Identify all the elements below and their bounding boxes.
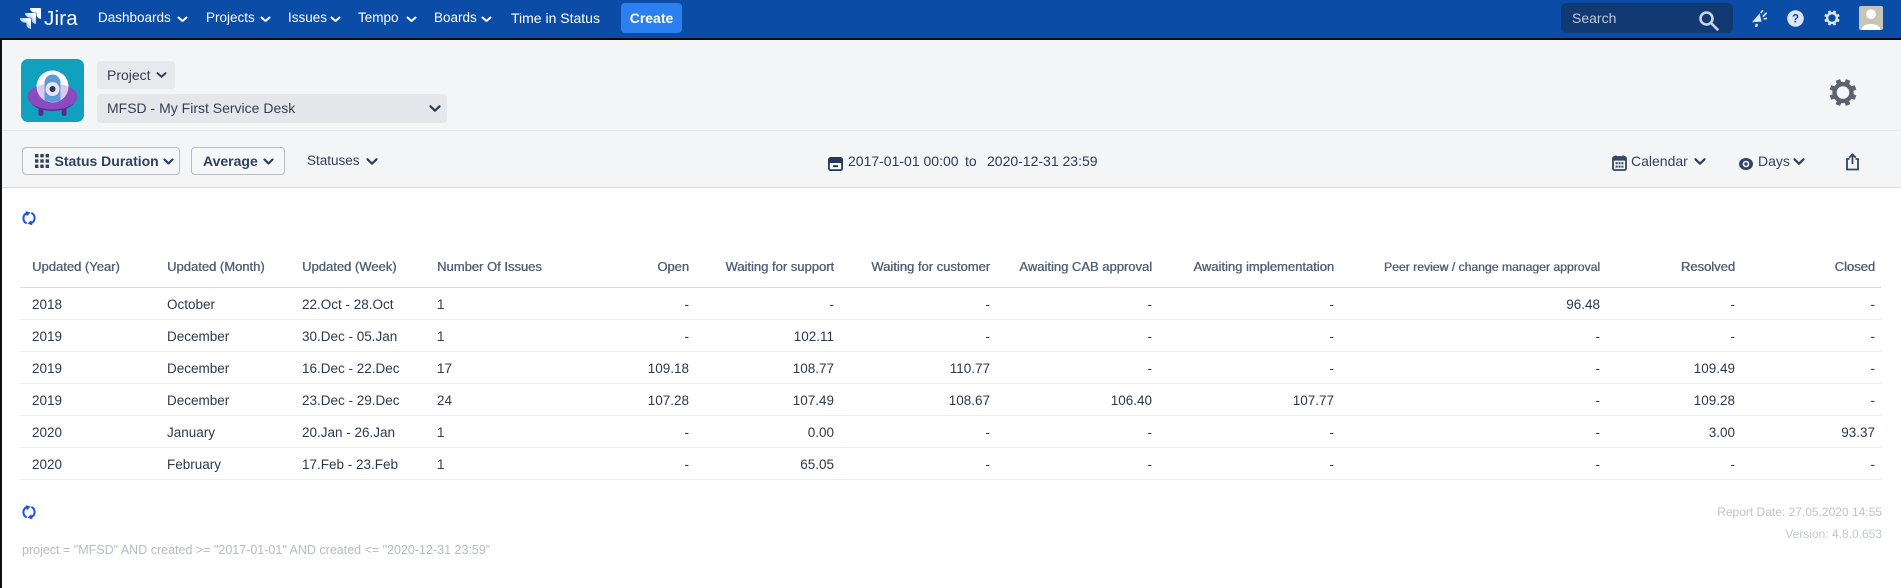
svg-text:?: ? (1792, 14, 1799, 26)
